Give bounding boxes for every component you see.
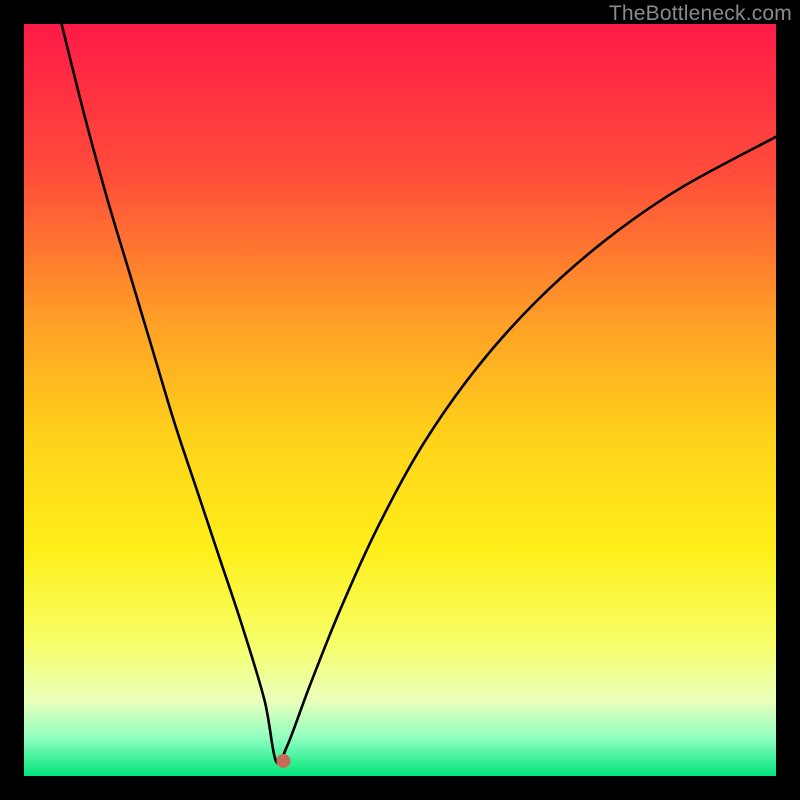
watermark-text: TheBottleneck.com <box>609 2 792 26</box>
gradient-background <box>24 24 776 776</box>
chart-frame <box>24 24 776 776</box>
bottleneck-chart <box>24 24 776 776</box>
optimum-marker <box>276 754 290 768</box>
